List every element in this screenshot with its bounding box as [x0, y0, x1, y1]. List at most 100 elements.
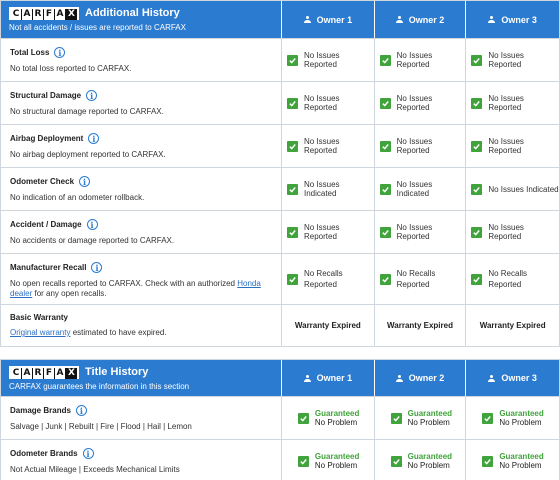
person-icon	[395, 374, 403, 382]
row-label: Accident / Damage	[10, 220, 82, 229]
info-icon[interactable]: i	[91, 262, 103, 273]
status-text: No Recalls Reported	[488, 268, 527, 290]
status-line: No Recalls	[488, 269, 528, 278]
owner-1-header: Owner 1	[282, 1, 375, 38]
status-owner-3: No Issues Reported	[466, 125, 559, 167]
description-text: No open recalls reported to CARFAX. Chec…	[10, 279, 238, 288]
guaranteed-label: Guaranteed	[499, 451, 544, 461]
check-icon	[471, 97, 483, 109]
logo-letter: R	[33, 367, 44, 379]
status-text: No Recalls Reported	[304, 268, 343, 290]
status-owner-2: No Issues Indicated	[375, 168, 467, 210]
guaranteed-label: Guaranteed	[407, 408, 453, 418]
status-owner-2: No Issues Reported	[375, 82, 467, 124]
person-icon	[303, 374, 311, 382]
guarantee-owner-3: Guaranteed No Problem	[466, 397, 559, 439]
title-row-odometer-brands: Odometer Brands i Not Actual Mileage | Ex…	[1, 439, 559, 480]
row-label: Odometer Check	[10, 177, 75, 186]
section-title: Title History	[85, 366, 149, 378]
status-owner-2: Warranty Expired	[375, 305, 467, 346]
section-subtitle: CARFAX guarantees the information in thi…	[9, 382, 190, 391]
status-owner-2: No Issues Reported	[375, 211, 467, 253]
status-text: No Issues Indicated	[303, 180, 340, 198]
row-description: Salvage | Junk | Rebuilt | Fire | Flood …	[10, 422, 192, 431]
logo-letter: R	[33, 8, 44, 20]
history-row-manufacturer-recall: Manufacturer Recall i No open recalls rep…	[1, 253, 559, 304]
check-icon	[286, 97, 298, 109]
check-icon	[482, 412, 494, 424]
owner-label: Owner 3	[501, 373, 537, 383]
info-icon[interactable]: i	[88, 133, 100, 144]
guarantee-text: Guaranteed No Problem	[499, 409, 543, 428]
check-icon	[379, 226, 391, 238]
title-history-header: C A R F A X Title History CARFAX guarant…	[1, 360, 559, 396]
person-icon	[488, 16, 496, 23]
row-description: Not Actual Mileage | Exceeds Mechanical …	[10, 465, 180, 474]
row-description: No airbag deployment reported to CARFAX.	[10, 150, 166, 159]
title-row-damage-brands: Damage Brands i Salvage | Junk | Rebuilt …	[1, 396, 559, 439]
logo-letter: X	[66, 367, 77, 379]
guarantee-text: Guaranteed No Problem	[408, 409, 452, 428]
guaranteed-label: Guaranteed	[407, 451, 453, 461]
owner-1-header: Owner 1	[282, 360, 375, 396]
check-icon	[379, 140, 391, 152]
owner-label: Owner 2	[408, 373, 445, 383]
logo-letter: A	[22, 8, 33, 20]
status-text: No Recalls Reported	[397, 268, 436, 290]
status-text: No Issues Reported	[396, 51, 433, 69]
description-text: for any open recalls.	[32, 289, 107, 298]
info-icon[interactable]: i	[54, 47, 66, 58]
person-icon	[488, 374, 496, 382]
owner-2-header: Owner 2	[375, 360, 467, 396]
row-label: Total Loss	[10, 48, 50, 57]
history-row-airbag-deployment: Airbag Deployment i No airbag deployment …	[1, 124, 559, 167]
history-row-total-loss: Total Loss i No total loss reported to CA…	[1, 38, 559, 81]
status-text: No Issues Indicated	[396, 180, 433, 198]
status-text: No Issues Reported	[303, 137, 340, 155]
owner-3-header: Owner 3	[466, 1, 559, 38]
check-icon	[286, 273, 298, 285]
logo-letter: A	[55, 8, 66, 20]
status-text: No Issues Indicated	[488, 184, 559, 194]
status-owner-3: No Issues Reported	[466, 39, 559, 81]
status-line: Reported	[303, 280, 337, 289]
result-label: No Problem	[407, 417, 450, 427]
status-text: No Issues Reported	[488, 94, 524, 112]
carfax-logo: C A R F A X	[9, 6, 79, 20]
check-icon	[390, 455, 402, 467]
row-label: Damage Brands	[10, 406, 71, 415]
result-label: No Problem	[499, 460, 542, 470]
check-icon	[379, 273, 391, 285]
logo-letter: A	[55, 367, 66, 379]
info-icon[interactable]: i	[75, 405, 87, 416]
logo-letter: X	[66, 8, 77, 20]
guarantee-owner-2: Guaranteed No Problem	[375, 397, 467, 439]
info-icon[interactable]: i	[86, 90, 98, 101]
status-owner-3: Warranty Expired	[479, 321, 546, 330]
check-icon	[297, 455, 309, 467]
info-icon[interactable]: i	[86, 219, 98, 230]
info-icon[interactable]: i	[79, 176, 91, 187]
original-warranty-link[interactable]: Original warranty	[10, 328, 70, 337]
owner-label: Owner 1	[316, 14, 353, 25]
person-icon	[395, 16, 403, 23]
status-owner-1: No Issues Reported	[282, 125, 375, 167]
status-owner-1: No Issues Reported	[282, 211, 375, 253]
row-label: Manufacturer Recall	[10, 263, 87, 272]
row-description: Original warranty estimated to have expi…	[10, 328, 281, 338]
honda-dealer-link[interactable]: Honda	[237, 279, 261, 288]
status-text: No Issues Reported	[303, 223, 340, 241]
owner-label: Owner 3	[501, 14, 537, 25]
status-text: No Issues Reported	[303, 94, 340, 112]
title-history-section: C A R F A X Title History CARFAX guarant…	[0, 359, 560, 480]
dealer-link[interactable]: dealer	[10, 289, 32, 298]
check-icon	[286, 183, 298, 195]
history-row-accident-damage: Accident / Damage i No accidents or damag…	[1, 210, 559, 253]
status-text: No Issues Reported	[488, 137, 524, 155]
status-text: No Issues Reported	[396, 137, 433, 155]
info-icon[interactable]: i	[82, 448, 94, 459]
logo-letter: F	[44, 8, 55, 20]
result-label: No Problem	[314, 460, 358, 470]
additional-history-header-left: C A R F A X Additional History Not all a…	[1, 1, 282, 38]
owner-3-header: Owner 3	[466, 360, 559, 396]
